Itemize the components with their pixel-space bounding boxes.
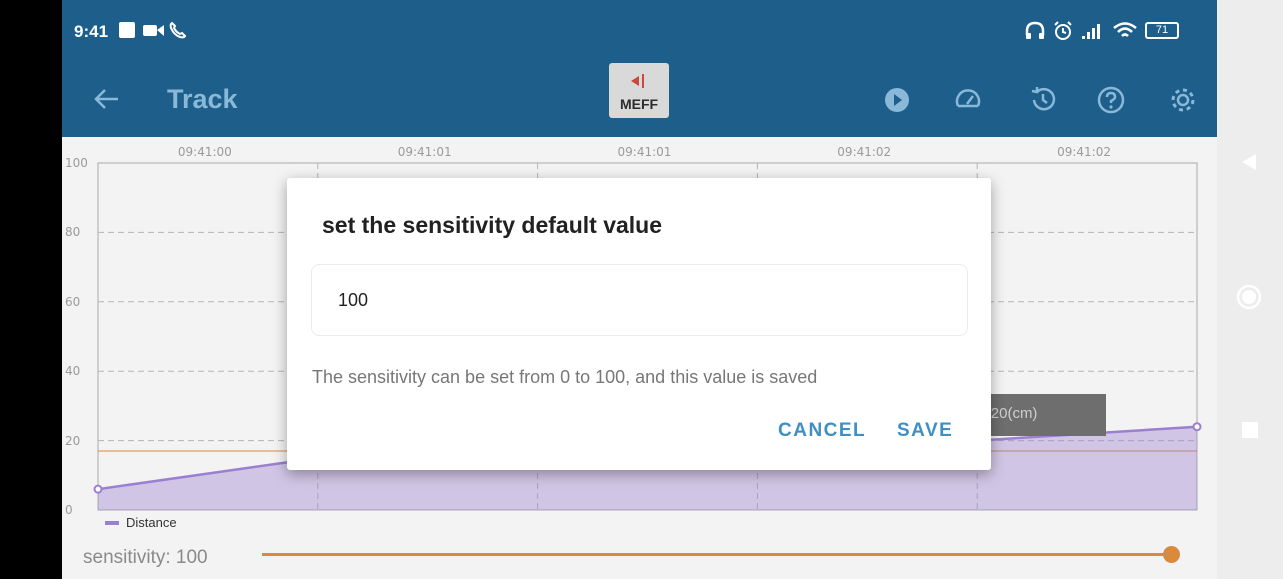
sensitivity-input[interactable] [311, 264, 968, 336]
back-triangle-icon[interactable] [1239, 152, 1259, 172]
sensitivity-dialog: set the sensitivity default value The se… [287, 178, 991, 470]
dialog-hint-text: The sensitivity can be set from 0 to 100… [312, 367, 818, 387]
system-nav-bar [1217, 0, 1283, 579]
dialog-title: set the sensitivity default value [322, 212, 663, 238]
home-circle-icon[interactable] [1236, 284, 1262, 310]
save-button[interactable]: SAVE [897, 420, 953, 442]
left-bezel [0, 0, 62, 579]
recents-square-icon[interactable] [1241, 421, 1259, 439]
cancel-button[interactable]: CANCEL [778, 420, 866, 442]
phone-screen: 9:41 71 Track MEFF 100 80 60 40 20 0 09:41:00… [62, 0, 1217, 579]
